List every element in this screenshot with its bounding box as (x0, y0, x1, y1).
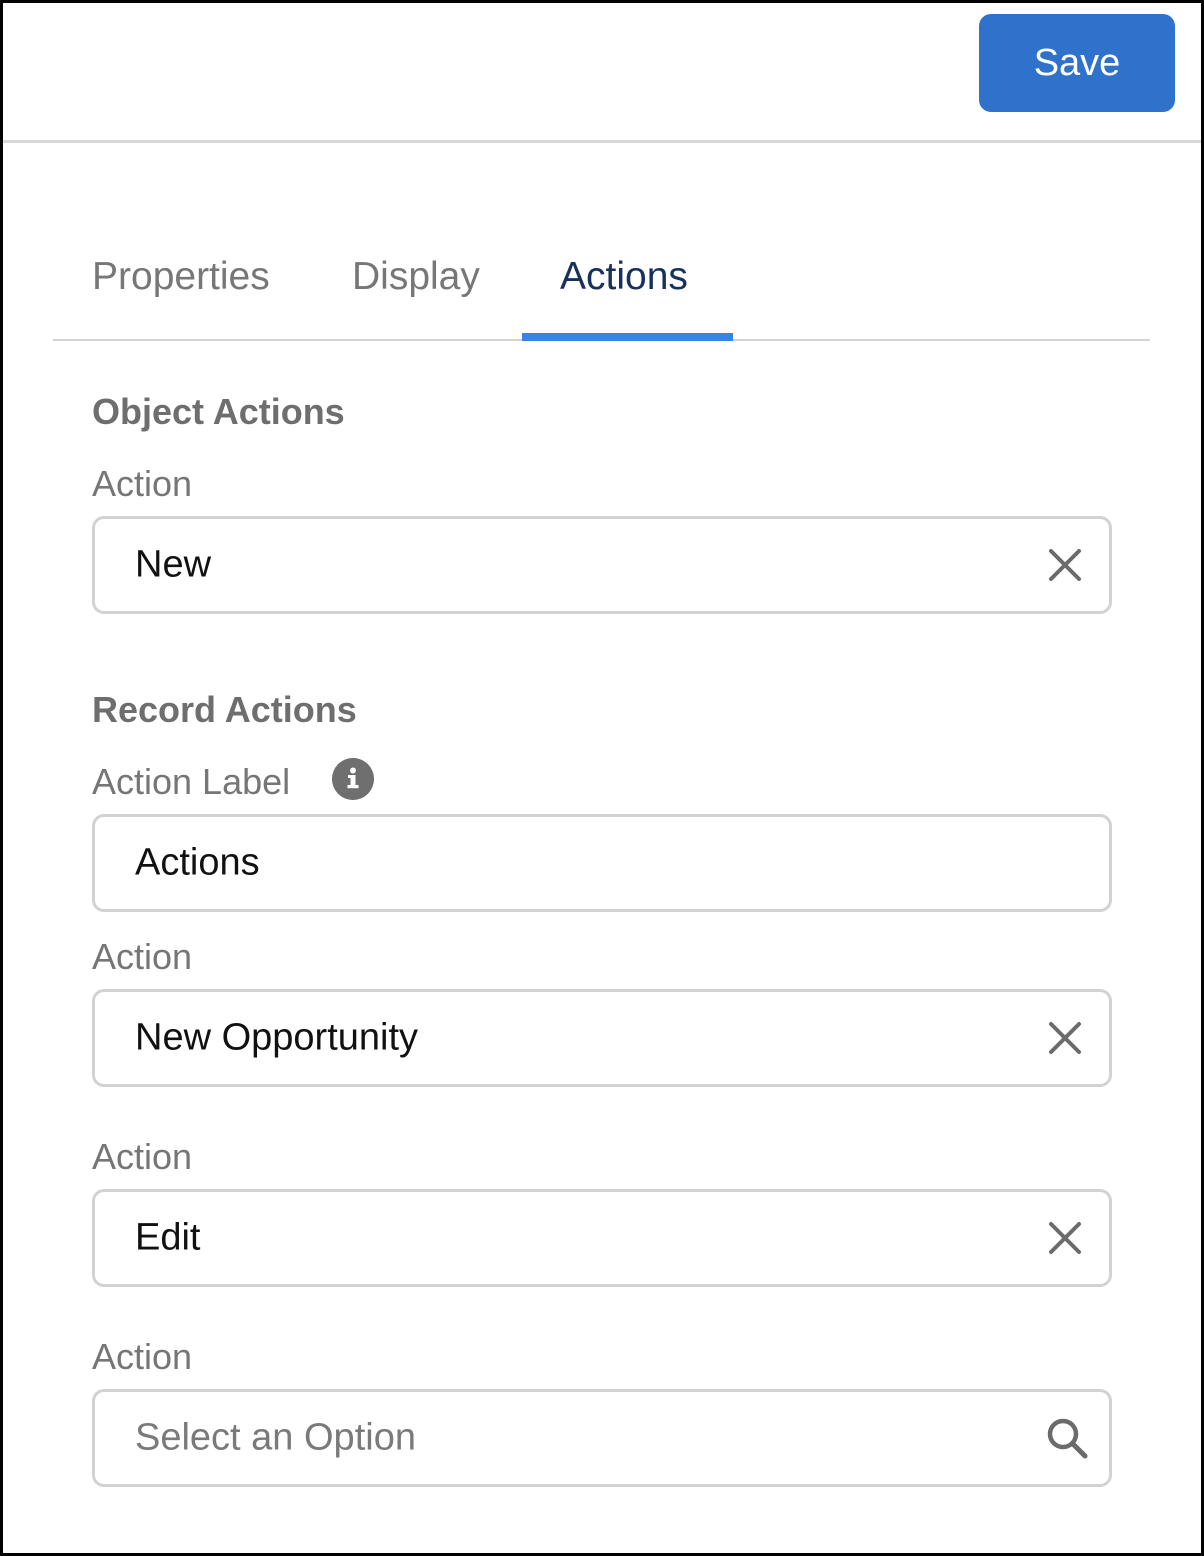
info-icon[interactable] (332, 758, 374, 800)
record-action-3-placeholder[interactable]: Select an Option (135, 1417, 416, 1460)
tab-properties[interactable]: Properties (92, 255, 270, 299)
actions-panel: Save Properties Display Actions Object A… (0, 0, 1204, 1556)
record-action-2-value[interactable]: Edit (135, 1217, 200, 1260)
tab-bar: Properties Display Actions (53, 233, 1150, 341)
section-title-object-actions: Object Actions (92, 391, 345, 432)
action-label-value[interactable]: Actions (135, 842, 260, 885)
object-action-field[interactable]: New (92, 516, 1112, 614)
record-action-1-value[interactable]: New Opportunity (135, 1017, 418, 1060)
tab-actions[interactable]: Actions (560, 255, 688, 299)
panel-header: Save (3, 3, 1201, 143)
object-action-value[interactable]: New (135, 544, 211, 587)
tab-display[interactable]: Display (352, 255, 480, 299)
record-action-3-label: Action (92, 1336, 193, 1377)
record-action-1-label: Action (92, 936, 193, 977)
object-action-label: Action (92, 463, 193, 504)
action-label-input[interactable]: Actions (92, 814, 1112, 912)
record-action-1-field[interactable]: New Opportunity (92, 989, 1112, 1087)
clear-icon[interactable] (1047, 1020, 1083, 1056)
search-icon[interactable] (1043, 1414, 1091, 1462)
clear-icon[interactable] (1047, 547, 1083, 583)
save-button[interactable]: Save (979, 14, 1175, 112)
action-label-label: Action Label (92, 761, 291, 802)
active-tab-indicator (522, 333, 733, 341)
record-action-2-label: Action (92, 1136, 193, 1177)
clear-icon[interactable] (1047, 1220, 1083, 1256)
record-action-3-combobox[interactable]: Select an Option (92, 1389, 1112, 1487)
record-action-2-field[interactable]: Edit (92, 1189, 1112, 1287)
section-title-record-actions: Record Actions (92, 689, 357, 730)
